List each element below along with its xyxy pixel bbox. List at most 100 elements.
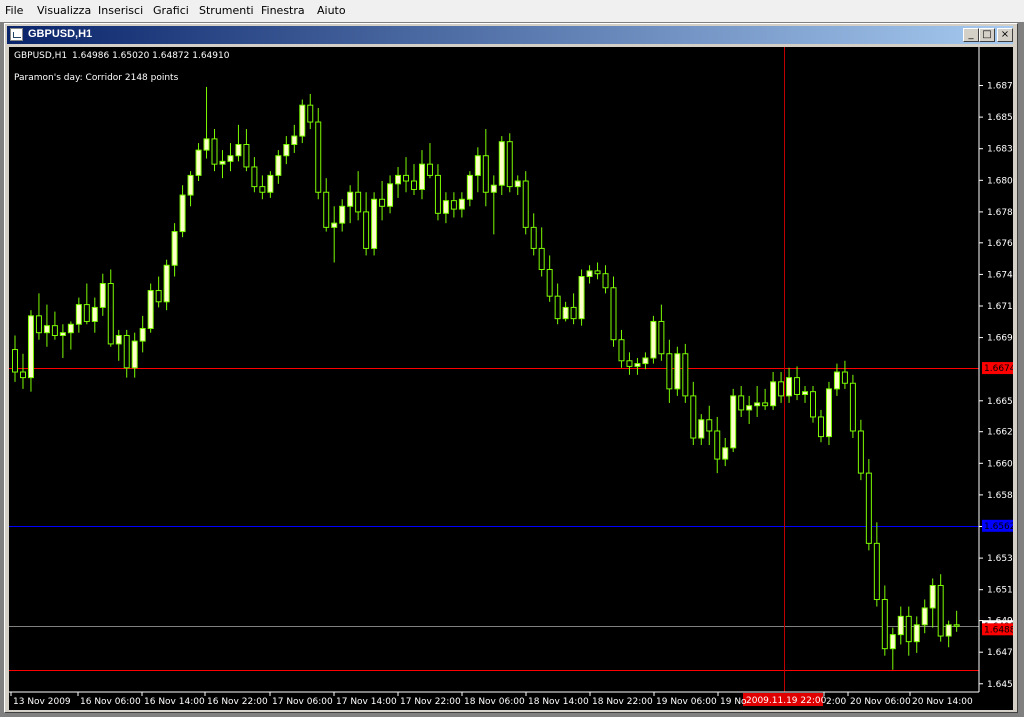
candle-body bbox=[857, 430, 864, 474]
mdi-workspace: GBPUSD,H1 _ □ × GBPUSD,H1 1.64986 1.6502… bbox=[0, 22, 1024, 717]
candle-body bbox=[865, 472, 872, 544]
candle-body bbox=[107, 283, 114, 345]
candle-body bbox=[227, 155, 234, 162]
candle-body bbox=[163, 264, 170, 303]
candle-body bbox=[650, 320, 657, 359]
candle-body bbox=[371, 198, 378, 249]
time-tick-label: 17 Nov 22:00 bbox=[400, 697, 461, 707]
candle-body bbox=[171, 231, 178, 266]
candle-body bbox=[243, 143, 250, 168]
candle-body bbox=[746, 405, 753, 411]
candle-body bbox=[347, 191, 354, 207]
menu-bar: File Visualizza Inserisci Grafici Strume… bbox=[0, 0, 1024, 23]
candle-body bbox=[506, 141, 513, 188]
candle-body bbox=[355, 191, 362, 213]
candle-body bbox=[578, 276, 585, 320]
candle-body bbox=[626, 360, 633, 367]
candle-body bbox=[283, 143, 290, 157]
candle-body bbox=[937, 584, 944, 637]
price-tick-label: 1.66295 bbox=[987, 428, 1013, 438]
candle-body bbox=[825, 388, 832, 438]
close-button[interactable]: × bbox=[997, 28, 1013, 42]
candle-body bbox=[490, 184, 497, 193]
candle-body bbox=[259, 186, 266, 193]
time-tick-label: 19 Nov 06:00 bbox=[656, 697, 717, 707]
price-tick-label: 1.68085 bbox=[987, 176, 1013, 186]
candle-body bbox=[945, 624, 952, 637]
menu-inserisci[interactable]: Inserisci bbox=[98, 4, 143, 17]
candle-body bbox=[99, 283, 106, 308]
candle-body bbox=[618, 339, 625, 362]
menu-visualizza[interactable]: Visualizza bbox=[37, 4, 91, 17]
price-tick-label: 1.65170 bbox=[987, 586, 1013, 596]
time-tick-label: 17 Nov 14:00 bbox=[336, 697, 397, 707]
candle-body bbox=[913, 624, 920, 643]
menu-aiuto[interactable]: Aiuto bbox=[317, 4, 346, 17]
candle-body bbox=[35, 315, 42, 334]
candle-body bbox=[123, 334, 130, 369]
candle-body bbox=[83, 304, 90, 322]
menu-strumenti[interactable]: Strumenti bbox=[199, 4, 254, 17]
candle-body bbox=[466, 174, 473, 200]
price-tick-label: 1.67860 bbox=[987, 208, 1013, 218]
window-titlebar[interactable]: GBPUSD,H1 _ □ × bbox=[7, 26, 1013, 44]
candle-body bbox=[12, 349, 18, 373]
candle-body bbox=[841, 371, 848, 384]
indicator-label: Paramon's day: Corridor 2148 points bbox=[14, 73, 179, 83]
candle-body bbox=[754, 402, 761, 407]
time-tick-label: 17 Nov 06:00 bbox=[272, 697, 333, 707]
candle-body bbox=[634, 363, 641, 367]
window-title: GBPUSD,H1 bbox=[28, 28, 93, 40]
menu-file[interactable]: File bbox=[5, 4, 23, 17]
menu-finestra[interactable]: Finestra bbox=[261, 4, 305, 17]
candle-body bbox=[706, 419, 713, 432]
candle-body bbox=[690, 395, 697, 439]
price-tick-label: 1.65845 bbox=[987, 491, 1013, 501]
candle-body bbox=[195, 149, 202, 176]
price-marker-label: 1.66748 bbox=[984, 364, 1013, 374]
candle-body bbox=[570, 306, 577, 320]
candle-body bbox=[307, 104, 314, 123]
candle-body bbox=[889, 634, 896, 650]
chart-area[interactable]: GBPUSD,H1 1.64986 1.65020 1.64872 1.6491… bbox=[9, 47, 1024, 710]
candle-body bbox=[522, 180, 529, 228]
time-tick-label: 2:00 bbox=[826, 697, 846, 707]
candle-body bbox=[251, 166, 258, 188]
candle-body bbox=[235, 143, 242, 157]
candle-body bbox=[953, 624, 960, 627]
candle-body bbox=[155, 290, 162, 303]
candle-body bbox=[498, 141, 505, 186]
candle-body bbox=[897, 615, 904, 636]
candle-body bbox=[299, 104, 306, 137]
candle-body bbox=[75, 304, 82, 325]
candle-body bbox=[586, 270, 593, 278]
candle-body bbox=[881, 599, 888, 650]
menu-grafici[interactable]: Grafici bbox=[153, 4, 189, 17]
candle-body bbox=[450, 200, 457, 210]
maximize-button[interactable]: □ bbox=[979, 28, 995, 42]
candle-body bbox=[323, 191, 330, 228]
candle-body bbox=[666, 353, 673, 390]
candle-body bbox=[674, 353, 681, 390]
time-tick-label: 19 No bbox=[720, 697, 747, 707]
price-tick-label: 1.67415 bbox=[987, 270, 1013, 280]
price-marker-label: 1.64888 bbox=[984, 625, 1013, 635]
candle-body bbox=[722, 447, 729, 460]
price-tick-label: 1.65395 bbox=[987, 554, 1013, 564]
candle-body bbox=[315, 121, 322, 193]
candle-body bbox=[802, 391, 809, 395]
chart-window-icon bbox=[10, 28, 23, 41]
minimize-button[interactable]: _ bbox=[963, 28, 979, 42]
time-tick-label: 18 Nov 06:00 bbox=[464, 697, 525, 707]
price-tick-label: 1.64500 bbox=[987, 680, 1013, 690]
candle-body bbox=[873, 542, 880, 601]
candle-body bbox=[387, 183, 394, 207]
price-tick-label: 1.64725 bbox=[987, 648, 1013, 658]
candle-body bbox=[610, 287, 617, 341]
candle-body bbox=[139, 327, 146, 342]
candle-body bbox=[418, 163, 425, 190]
candlestick-chart[interactable]: GBPUSD,H1 1.64986 1.65020 1.64872 1.6491… bbox=[9, 47, 1024, 710]
candle-body bbox=[594, 270, 601, 275]
candle-body bbox=[714, 430, 721, 460]
time-tick-label: 16 Nov 06:00 bbox=[80, 697, 141, 707]
